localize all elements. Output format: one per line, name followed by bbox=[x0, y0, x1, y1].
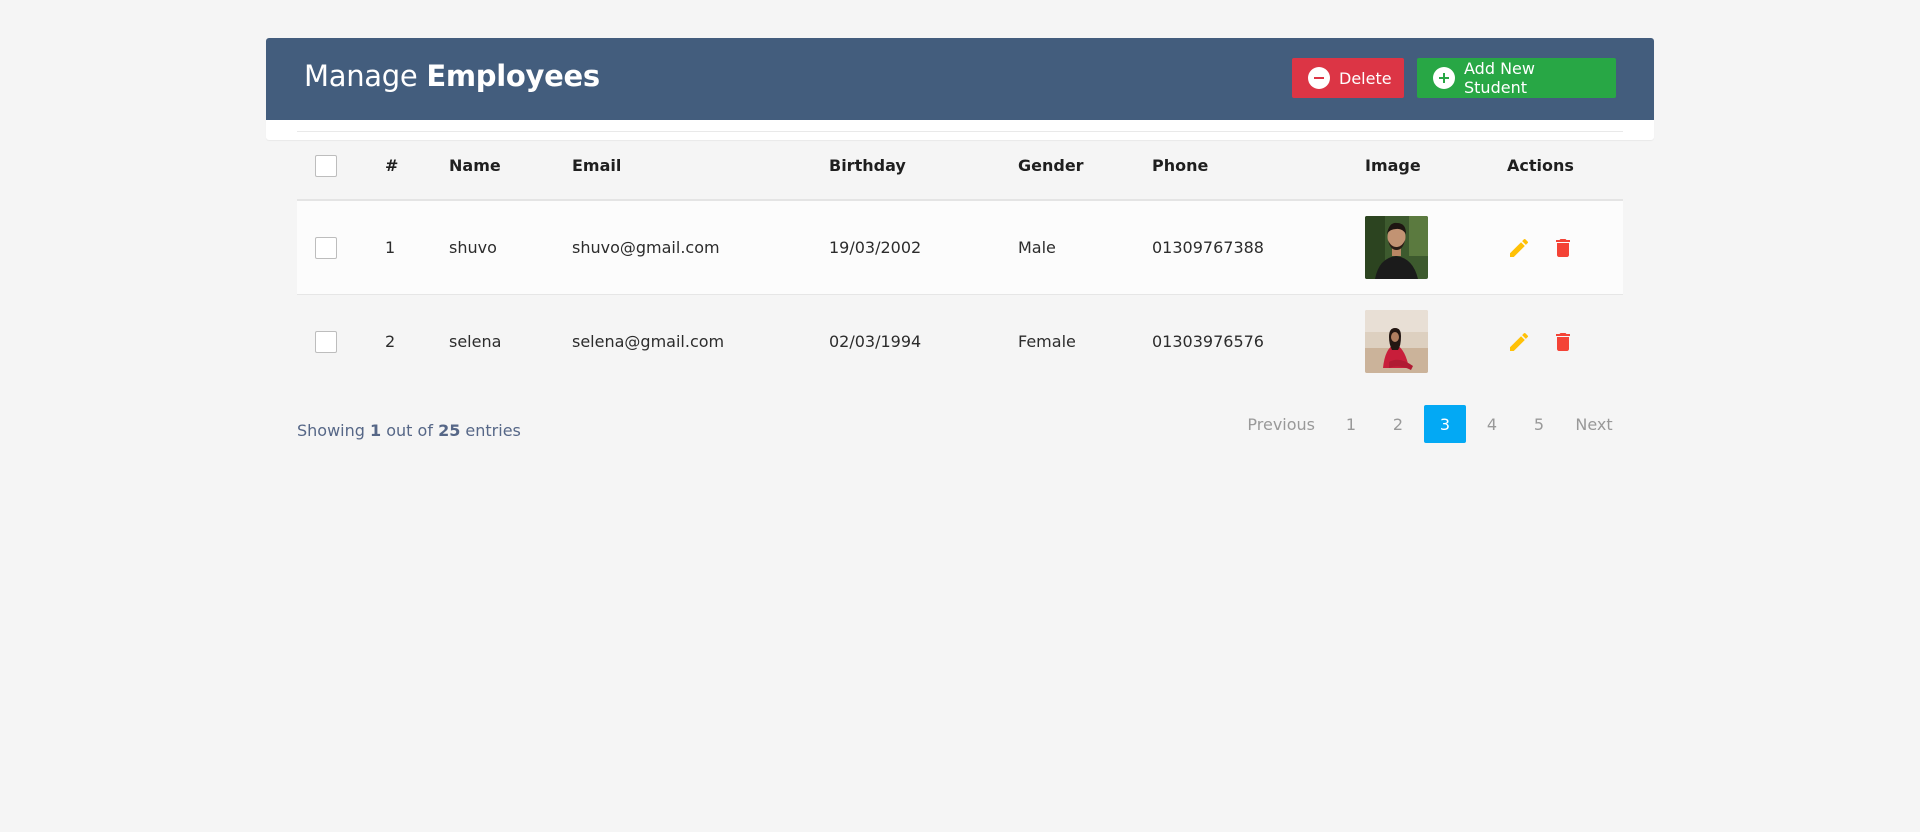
employees-table: # Name Email Birthday Gender Phone Image… bbox=[297, 131, 1623, 388]
column-header-number: # bbox=[385, 131, 449, 201]
row-number: 2 bbox=[385, 332, 396, 351]
trash-icon[interactable] bbox=[1551, 330, 1575, 354]
pagination-previous[interactable]: Previous bbox=[1237, 405, 1325, 443]
title-prefix: Manage bbox=[304, 59, 418, 93]
minus-circle-icon bbox=[1308, 67, 1330, 89]
title-bold: Employees bbox=[426, 59, 600, 93]
row-name: shuvo bbox=[449, 200, 572, 295]
employee-photo-female bbox=[1365, 310, 1428, 373]
pagination-page-1[interactable]: 1 bbox=[1330, 405, 1372, 443]
row-actions-cell bbox=[1507, 200, 1623, 295]
column-header-name: Name bbox=[449, 131, 572, 201]
row-actions bbox=[1507, 330, 1623, 354]
column-header-phone: Phone bbox=[1152, 131, 1365, 201]
row-name: selena bbox=[449, 332, 502, 351]
add-button-label: Add New Student bbox=[1464, 59, 1535, 97]
row-image-cell bbox=[1365, 295, 1507, 389]
table-row: 1 shuvo shuvo@gmail.com 19/03/2002 Male … bbox=[297, 200, 1623, 295]
row-select-cell bbox=[297, 200, 385, 295]
column-header-actions: Actions bbox=[1507, 131, 1623, 201]
table-row: 2 selena selena@gmail.com 02/03/1994 Fem… bbox=[297, 295, 1623, 389]
total-count: 25 bbox=[438, 421, 461, 440]
out-of-label: out of bbox=[386, 421, 433, 440]
row-email: shuvo@gmail.com bbox=[572, 200, 829, 295]
shown-count: 1 bbox=[370, 421, 382, 440]
pagination-page-4[interactable]: 4 bbox=[1471, 405, 1513, 443]
row-phone: 01303976576 bbox=[1152, 332, 1264, 351]
entries-summary: Showing 1 out of 25 entries bbox=[297, 421, 521, 440]
row-birthday: 02/03/1994 bbox=[829, 332, 922, 351]
column-header-email: Email bbox=[572, 131, 829, 201]
row-checkbox[interactable] bbox=[315, 236, 337, 259]
column-header-gender: Gender bbox=[1018, 131, 1152, 201]
row-birthday: 19/03/2002 bbox=[829, 200, 1018, 295]
pagination-page-3[interactable]: 3 bbox=[1424, 405, 1466, 443]
row-gender: Male bbox=[1018, 200, 1152, 295]
pagination-page-5[interactable]: 5 bbox=[1518, 405, 1560, 443]
employee-table-card: Manage Employees Delete Add New Student … bbox=[266, 38, 1654, 443]
delete-button-label: Delete bbox=[1339, 68, 1392, 88]
table-title-bar: Manage Employees Delete Add New Student bbox=[266, 38, 1654, 120]
pencil-icon[interactable] bbox=[1507, 330, 1531, 354]
page-title: Manage Employees bbox=[304, 59, 600, 93]
row-actions-cell bbox=[1507, 295, 1623, 389]
pagination-next[interactable]: Next bbox=[1565, 405, 1623, 443]
row-number: 1 bbox=[385, 200, 449, 295]
row-gender: Female bbox=[1018, 332, 1076, 351]
trash-icon[interactable] bbox=[1551, 236, 1575, 260]
row-image-cell bbox=[1365, 200, 1507, 295]
row-email: selena@gmail.com bbox=[572, 332, 725, 351]
plus-circle-icon bbox=[1433, 67, 1455, 89]
row-phone: 01309767388 bbox=[1152, 200, 1365, 295]
entries-label: entries bbox=[465, 421, 521, 440]
row-select-cell bbox=[297, 295, 385, 389]
column-header-birthday: Birthday bbox=[829, 131, 1018, 201]
column-header-image: Image bbox=[1365, 131, 1507, 201]
pagination-page-2[interactable]: 2 bbox=[1377, 405, 1419, 443]
select-all-checkbox[interactable] bbox=[315, 154, 337, 177]
pagination: Previous 1 2 3 4 5 Next bbox=[1232, 405, 1623, 443]
pencil-icon[interactable] bbox=[1507, 236, 1531, 260]
table-header-row: # Name Email Birthday Gender Phone Image… bbox=[297, 131, 1623, 201]
add-new-student-button[interactable]: Add New Student bbox=[1417, 58, 1616, 98]
row-checkbox[interactable] bbox=[315, 330, 337, 353]
showing-label: Showing bbox=[297, 421, 365, 440]
row-actions bbox=[1507, 236, 1623, 260]
select-all-header bbox=[297, 131, 385, 201]
employee-photo-male bbox=[1365, 216, 1428, 279]
delete-button[interactable]: Delete bbox=[1292, 58, 1404, 98]
